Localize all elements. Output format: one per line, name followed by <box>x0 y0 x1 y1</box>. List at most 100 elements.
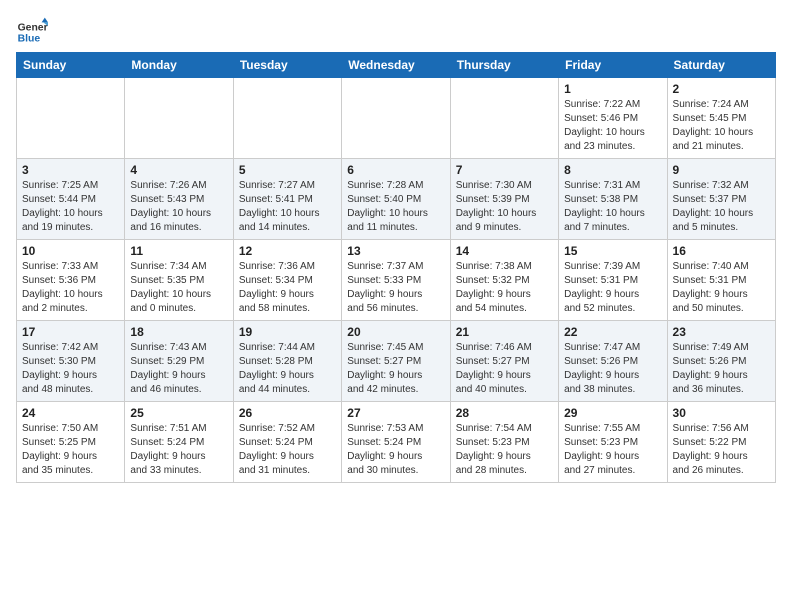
calendar-cell <box>125 78 233 159</box>
day-info: Sunrise: 7:56 AM Sunset: 5:22 PM Dayligh… <box>673 422 770 478</box>
calendar-cell: 9 Sunrise: 7:32 AM Sunset: 5:37 PM Daylig… <box>667 159 775 240</box>
weekday-header-thursday: Thursday <box>450 53 558 78</box>
day-number: 23 <box>673 325 770 339</box>
calendar-week-4: 17Sunrise: 7:42 AM Sunset: 5:30 PM Dayli… <box>17 321 776 402</box>
calendar-cell: 12 Sunrise: 7:36 AM Sunset: 5:34 PM Dayli… <box>233 240 341 321</box>
calendar-cell: 13 Sunrise: 7:37 AM Sunset: 5:33 PM Dayli… <box>342 240 450 321</box>
day-number: 21 <box>456 325 553 339</box>
day-info: Sunrise: 7:50 AM Sunset: 5:25 PM Dayligh… <box>22 422 119 478</box>
weekday-header-row: SundayMondayTuesdayWednesdayThursdayFrid… <box>17 53 776 78</box>
calendar-cell: 11 Sunrise: 7:34 AM Sunset: 5:35 PM Dayli… <box>125 240 233 321</box>
day-info: Sunrise: 7:30 AM Sunset: 5:39 PM Dayligh… <box>456 179 553 235</box>
calendar-cell <box>233 78 341 159</box>
calendar-cell: 25 Sunrise: 7:51 AM Sunset: 5:24 PM Dayli… <box>125 402 233 483</box>
calendar-cell: 26 Sunrise: 7:52 AM Sunset: 5:24 PM Dayli… <box>233 402 341 483</box>
day-info: Sunrise: 7:51 AM Sunset: 5:24 PM Dayligh… <box>130 422 227 478</box>
day-info: Sunrise: 7:40 AM Sunset: 5:31 PM Dayligh… <box>673 260 770 316</box>
day-info: Sunrise: 7:33 AM Sunset: 5:36 PM Dayligh… <box>22 260 119 316</box>
day-info: Sunrise: 7:52 AM Sunset: 5:24 PM Dayligh… <box>239 422 336 478</box>
calendar-cell: 29 Sunrise: 7:55 AM Sunset: 5:23 PM Dayli… <box>559 402 667 483</box>
calendar-cell: 23 Sunrise: 7:49 AM Sunset: 5:26 PM Dayli… <box>667 321 775 402</box>
day-info: Sunrise: 7:25 AM Sunset: 5:44 PM Dayligh… <box>22 179 119 235</box>
day-number: 25 <box>130 406 227 420</box>
calendar-cell: 17Sunrise: 7:42 AM Sunset: 5:30 PM Dayli… <box>17 321 125 402</box>
day-info: Sunrise: 7:31 AM Sunset: 5:38 PM Dayligh… <box>564 179 661 235</box>
day-info: Sunrise: 7:55 AM Sunset: 5:23 PM Dayligh… <box>564 422 661 478</box>
day-info: Sunrise: 7:49 AM Sunset: 5:26 PM Dayligh… <box>673 341 770 397</box>
calendar-cell: 2 Sunrise: 7:24 AM Sunset: 5:45 PM Daylig… <box>667 78 775 159</box>
calendar-week-3: 10Sunrise: 7:33 AM Sunset: 5:36 PM Dayli… <box>17 240 776 321</box>
day-number: 8 <box>564 163 661 177</box>
calendar-cell: 1 Sunrise: 7:22 AM Sunset: 5:46 PM Daylig… <box>559 78 667 159</box>
calendar-week-5: 24 Sunrise: 7:50 AM Sunset: 5:25 PM Dayli… <box>17 402 776 483</box>
day-number: 5 <box>239 163 336 177</box>
calendar-cell: 21 Sunrise: 7:46 AM Sunset: 5:27 PM Dayli… <box>450 321 558 402</box>
calendar-cell: 16 Sunrise: 7:40 AM Sunset: 5:31 PM Dayli… <box>667 240 775 321</box>
day-number: 27 <box>347 406 444 420</box>
weekday-header-monday: Monday <box>125 53 233 78</box>
calendar-cell: 7 Sunrise: 7:30 AM Sunset: 5:39 PM Daylig… <box>450 159 558 240</box>
day-info: Sunrise: 7:47 AM Sunset: 5:26 PM Dayligh… <box>564 341 661 397</box>
calendar-cell: 24 Sunrise: 7:50 AM Sunset: 5:25 PM Dayli… <box>17 402 125 483</box>
day-number: 29 <box>564 406 661 420</box>
calendar-cell: 19 Sunrise: 7:44 AM Sunset: 5:28 PM Dayli… <box>233 321 341 402</box>
weekday-header-sunday: Sunday <box>17 53 125 78</box>
logo-icon: General Blue <box>16 16 48 48</box>
day-number: 9 <box>673 163 770 177</box>
calendar-cell: 4Sunrise: 7:26 AM Sunset: 5:43 PM Daylig… <box>125 159 233 240</box>
day-number: 11 <box>130 244 227 258</box>
day-info: Sunrise: 7:22 AM Sunset: 5:46 PM Dayligh… <box>564 98 661 154</box>
calendar-cell <box>450 78 558 159</box>
calendar-cell: 28 Sunrise: 7:54 AM Sunset: 5:23 PM Dayli… <box>450 402 558 483</box>
calendar-table: SundayMondayTuesdayWednesdayThursdayFrid… <box>16 52 776 483</box>
weekday-header-saturday: Saturday <box>667 53 775 78</box>
day-info: Sunrise: 7:28 AM Sunset: 5:40 PM Dayligh… <box>347 179 444 235</box>
day-info: Sunrise: 7:24 AM Sunset: 5:45 PM Dayligh… <box>673 98 770 154</box>
day-number: 12 <box>239 244 336 258</box>
day-number: 1 <box>564 82 661 96</box>
day-info: Sunrise: 7:27 AM Sunset: 5:41 PM Dayligh… <box>239 179 336 235</box>
day-number: 30 <box>673 406 770 420</box>
calendar-week-1: 1 Sunrise: 7:22 AM Sunset: 5:46 PM Daylig… <box>17 78 776 159</box>
day-info: Sunrise: 7:38 AM Sunset: 5:32 PM Dayligh… <box>456 260 553 316</box>
day-number: 26 <box>239 406 336 420</box>
page-header: General Blue <box>16 16 776 48</box>
calendar-week-2: 3 Sunrise: 7:25 AM Sunset: 5:44 PM Daylig… <box>17 159 776 240</box>
day-number: 20 <box>347 325 444 339</box>
day-number: 28 <box>456 406 553 420</box>
calendar-cell: 20Sunrise: 7:45 AM Sunset: 5:27 PM Dayli… <box>342 321 450 402</box>
day-number: 19 <box>239 325 336 339</box>
day-info: Sunrise: 7:37 AM Sunset: 5:33 PM Dayligh… <box>347 260 444 316</box>
day-info: Sunrise: 7:42 AM Sunset: 5:30 PM Dayligh… <box>22 341 119 397</box>
day-number: 22 <box>564 325 661 339</box>
calendar-cell: 3 Sunrise: 7:25 AM Sunset: 5:44 PM Daylig… <box>17 159 125 240</box>
calendar-cell: 27 Sunrise: 7:53 AM Sunset: 5:24 PM Dayli… <box>342 402 450 483</box>
calendar-cell: 10Sunrise: 7:33 AM Sunset: 5:36 PM Dayli… <box>17 240 125 321</box>
day-info: Sunrise: 7:46 AM Sunset: 5:27 PM Dayligh… <box>456 341 553 397</box>
logo: General Blue <box>16 16 48 48</box>
day-info: Sunrise: 7:26 AM Sunset: 5:43 PM Dayligh… <box>130 179 227 235</box>
day-info: Sunrise: 7:36 AM Sunset: 5:34 PM Dayligh… <box>239 260 336 316</box>
weekday-header-friday: Friday <box>559 53 667 78</box>
day-info: Sunrise: 7:32 AM Sunset: 5:37 PM Dayligh… <box>673 179 770 235</box>
svg-text:Blue: Blue <box>18 34 41 45</box>
day-number: 2 <box>673 82 770 96</box>
day-info: Sunrise: 7:53 AM Sunset: 5:24 PM Dayligh… <box>347 422 444 478</box>
calendar-cell <box>342 78 450 159</box>
calendar-cell: 18Sunrise: 7:43 AM Sunset: 5:29 PM Dayli… <box>125 321 233 402</box>
day-number: 15 <box>564 244 661 258</box>
calendar-cell: 6Sunrise: 7:28 AM Sunset: 5:40 PM Daylig… <box>342 159 450 240</box>
day-number: 13 <box>347 244 444 258</box>
day-info: Sunrise: 7:44 AM Sunset: 5:28 PM Dayligh… <box>239 341 336 397</box>
day-number: 3 <box>22 163 119 177</box>
day-info: Sunrise: 7:34 AM Sunset: 5:35 PM Dayligh… <box>130 260 227 316</box>
day-number: 16 <box>673 244 770 258</box>
calendar-cell: 5 Sunrise: 7:27 AM Sunset: 5:41 PM Daylig… <box>233 159 341 240</box>
day-number: 7 <box>456 163 553 177</box>
day-info: Sunrise: 7:54 AM Sunset: 5:23 PM Dayligh… <box>456 422 553 478</box>
day-info: Sunrise: 7:39 AM Sunset: 5:31 PM Dayligh… <box>564 260 661 316</box>
calendar-cell: 8 Sunrise: 7:31 AM Sunset: 5:38 PM Daylig… <box>559 159 667 240</box>
weekday-header-tuesday: Tuesday <box>233 53 341 78</box>
calendar-cell: 15 Sunrise: 7:39 AM Sunset: 5:31 PM Dayli… <box>559 240 667 321</box>
day-number: 24 <box>22 406 119 420</box>
